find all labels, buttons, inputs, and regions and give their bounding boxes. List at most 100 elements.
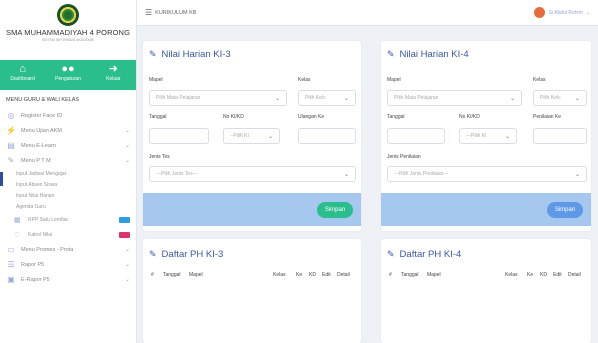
book-icon: ▤ [7,141,15,150]
report-icon: ▣ [7,275,15,284]
chevron-down-icon: ⌄ [509,95,515,102]
mapel-select[interactable]: Pilih Mata Pelajaran ⌄ [149,90,287,106]
noki-select[interactable]: ---Pilih KI ⌄ [459,128,517,144]
sub-item-katrol[interactable]: ♡ Katrol Nilai [0,227,136,242]
jenis-penilaian-label: Jenis Penilaian [387,154,421,160]
ulangan-input[interactable] [298,128,356,144]
sidebar: SMA MUHAMMADIYAH 4 PORONG SISTEM INFORMA… [0,0,137,343]
column-header: Edit [553,272,562,278]
kelas-label: Kelas [533,77,546,83]
column-header: # [389,272,392,278]
sub-item-nilai-harian[interactable]: Input Nilai Harian [0,190,136,201]
tanggal-label: Tanggal [387,114,405,120]
chevron-down-icon: ⌄ [585,9,590,16]
sidebar-item-erapor-p5[interactable]: ▣ E-Rapor P5 ⌄ [0,272,136,287]
chevron-down-icon: ⌄ [274,95,280,102]
sub-item-absen[interactable]: Input Absen Siswa [0,179,136,190]
jenis-tes-label: Jenis Tes [149,154,170,160]
avatar [533,7,545,18]
breadcrumb: KURIKULUM KB [155,9,197,16]
noki-select[interactable]: --Pilih KI ⌄ [223,128,280,144]
penilaian-input[interactable] [533,128,587,144]
jenis-tes-select[interactable]: ---Pilih Jenis Tes--- ⌄ [149,166,356,182]
mapel-select[interactable]: Pilih Mata Pelajaran ⌄ [387,90,522,106]
chevron-down-icon: ⌄ [124,262,130,268]
sub-item-rpp[interactable]: ▦ RPP Satu Lembar [0,212,136,227]
column-header: Detail [568,272,581,278]
column-header: Mapel [189,272,203,278]
new-badge [119,216,130,223]
daftar-ph-ki4-card: ✎ Daftar PH KI-4 # Tanggal Mapel Kelas K… [381,239,591,343]
mapel-label: Mapel [149,77,163,83]
sidebar-item-promes[interactable]: ▭ Menu Promes - Prota ⌄ [0,242,136,257]
column-header: Tanggal [401,272,419,278]
card-title: Daftar PH KI-3 [161,249,224,260]
column-header: Mapel [427,272,441,278]
form-footer: Simpan [381,193,591,226]
kelas-select[interactable]: Pilih Kelc ⌄ [298,90,356,106]
edit-icon: ✎ [149,249,157,259]
tanggal-label: Tanggal [149,114,167,120]
sidebar-item-elearn[interactable]: ▤ Menu E-Learn ⌄ [0,138,136,153]
new-badge [119,231,130,238]
mapel-label: Mapel [387,77,401,83]
jenis-penilaian-select[interactable]: ---Pilih Jenis Penilaian--- ⌄ [387,166,587,182]
user-menu[interactable]: Si Abdul Rohim ⌄ [533,7,590,18]
nilai-harian-ki3-card: ✎ Nilai Harian KI-3 Mapel Kelas Pilih Ma… [143,41,361,231]
column-header: Kelas [505,272,518,278]
column-header: # [151,272,154,278]
sidebar-item-ujian-akm[interactable]: ⚡ Menu Ujian AKM ⌄ [0,123,136,138]
menu-toggle-icon[interactable]: ☰ [145,8,152,17]
chevron-down-icon: ⌄ [124,277,130,283]
edit-icon: ✎ [149,49,157,59]
column-header: Ke [527,272,534,278]
tanggal-input[interactable] [149,128,209,144]
sidebar-item-rapor-p5[interactable]: ☰ Rapor P5 ⌄ [0,257,136,272]
daftar-ph-ki3-card: ✎ Daftar PH KI-3 # Tanggal Mapel Kelas K… [143,239,361,343]
brand: SMA MUHAMMADIYAH 4 PORONG SISTEM INFORMA… [0,0,136,60]
save-button[interactable]: Simpan [317,202,353,218]
chevron-down-icon: ⌄ [574,95,580,102]
column-header: Detail [337,272,350,278]
dashboard-button[interactable]: ⌂ Dashboard [0,60,45,90]
edit-icon: ✎ [387,49,395,59]
chevron-down-icon: ⌄ [124,158,130,164]
form-footer: Simpan [143,193,361,226]
topbar: ☰ KURIKULUM KB Si Abdul Rohim ⌄ [137,0,598,26]
school-name: SMA MUHAMMADIYAH 4 PORONG [5,28,131,37]
school-subtitle: SISTEM INFORMASI AKADEMIK [41,38,95,42]
save-button[interactable]: Simpan [547,202,583,218]
sidebar-item-register-face[interactable]: ◎ Register Face ID [0,108,136,123]
sub-item-jadwal[interactable]: Input Jadwal Mengajar [0,168,136,179]
column-header: Kelas [273,272,286,278]
list-icon: ☰ [7,260,15,269]
user-name: Si Abdul Rohim [548,9,583,16]
active-indicator [0,172,3,186]
wifi-icon: ⚡ [6,126,16,135]
sidebar-item-ptm[interactable]: ✎ Menu P T M ⌄ [0,153,136,168]
chevron-down-icon: ⌄ [574,171,580,178]
card-title: Nilai Harian KI-4 [399,49,469,60]
chevron-down-icon: ⌄ [343,95,349,102]
ulangan-label: Ulangan Ke [298,114,325,120]
column-header: KD [309,272,316,278]
sub-item-agenda[interactable]: Agenda Guru [0,201,136,212]
home-icon: ⌂ [19,63,26,75]
users-icon: ●● [61,63,75,75]
tanggal-input[interactable] [387,128,445,144]
kelas-select[interactable]: Pilih Kelc ⌄ [533,90,587,106]
settings-button[interactable]: ●● Pengaturan [45,60,90,90]
folder-icon: ▭ [7,245,15,254]
menu-header: MENU GURU & WALI KELAS [6,97,80,103]
noki-label: No KI/KD [459,114,480,120]
noki-label: No KI/KD [223,114,244,120]
heart-icon: ♡ [14,231,21,239]
column-header: Edit [322,272,331,278]
chevron-down-icon: ⌄ [504,133,510,140]
logout-icon: ➜ [108,63,118,75]
card-title: Daftar PH KI-4 [399,249,462,260]
penilaian-label: Penilaian Ke [533,114,562,120]
logout-button[interactable]: ➜ Keluar [91,60,136,90]
chevron-down-icon: ⌄ [267,133,273,140]
chevron-down-icon: ⌄ [124,247,130,253]
